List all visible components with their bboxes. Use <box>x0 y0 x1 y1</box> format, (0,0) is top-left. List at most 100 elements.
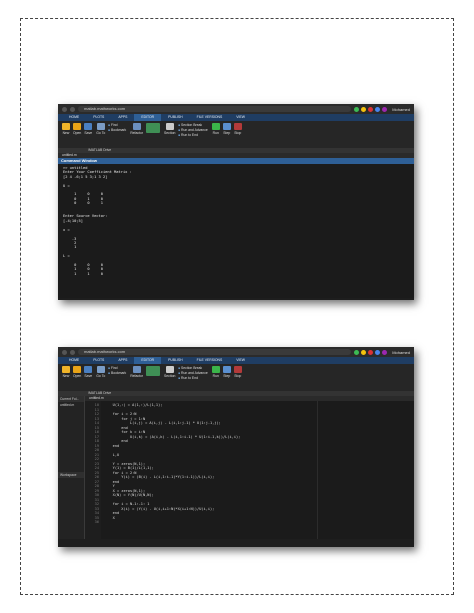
new-button[interactable]: New <box>62 123 70 135</box>
code-group: Refactor <box>130 366 161 378</box>
ribbon-tabs: HOME PLOTS APPS EDITOR PUBLISH FILE VERS… <box>58 114 414 121</box>
back-icon[interactable] <box>62 106 67 112</box>
stop-button[interactable]: Stop <box>233 123 242 135</box>
step-icon <box>222 366 231 373</box>
tab-editor[interactable]: EDITOR <box>134 114 162 121</box>
extension-icon[interactable] <box>361 349 367 355</box>
new-icon <box>62 366 70 373</box>
save-icon <box>84 123 93 130</box>
workspace-header[interactable]: Workspace <box>58 472 84 478</box>
section-break-button[interactable]: Section Break <box>178 366 207 370</box>
command-window-output[interactable]: >> untitled Enter Your Coefficient Matri… <box>58 164 414 298</box>
extension-icon[interactable] <box>354 106 360 112</box>
stop-icon <box>233 123 242 130</box>
user-name[interactable]: Mohamed <box>392 107 410 112</box>
play-icon <box>211 366 220 373</box>
run-to-end-button[interactable]: Run to End <box>178 133 207 137</box>
extension-icons <box>354 106 388 112</box>
tab-publish[interactable]: PUBLISH <box>161 357 190 364</box>
save-button[interactable]: Save <box>84 123 93 135</box>
section-group: Section Section Break Run and Advance Ru… <box>164 366 208 380</box>
section-button[interactable]: Section <box>164 123 175 135</box>
code-editor[interactable]: U(1,:) = A(1,:)/L(1,1); for i = 2:N for … <box>101 401 318 539</box>
tab-file-versions[interactable]: FILE VERSIONS <box>190 357 230 364</box>
step-button[interactable]: Step <box>222 123 231 135</box>
open-button[interactable]: Open <box>73 123 81 135</box>
extension-icon[interactable] <box>354 349 360 355</box>
tab-plots[interactable]: PLOTS <box>86 114 111 121</box>
folder-icon <box>73 123 82 130</box>
run-and-advance-button[interactable]: Run and Advance <box>178 128 208 132</box>
editor-blank-area[interactable] <box>318 401 414 539</box>
refactor-icon <box>132 123 141 130</box>
reload-icon[interactable] <box>70 349 75 355</box>
bookmark-button[interactable]: Bookmark <box>108 371 126 375</box>
screenshot-command-window: matlab.mathworks.com Mohamed HOME PLOTS … <box>58 104 414 300</box>
tab-apps[interactable]: APPS <box>111 114 134 121</box>
section-button[interactable]: Section <box>164 366 175 378</box>
save-button[interactable]: Save <box>84 366 93 378</box>
section-icon <box>165 123 174 130</box>
run-group: Run Step Stop <box>211 366 242 378</box>
run-to-end-button[interactable]: Run to End <box>178 376 207 380</box>
screenshot-editor: matlab.mathworks.com Mohamed HOME PLOTS … <box>58 347 414 547</box>
step-icon <box>222 123 231 130</box>
left-panel: Current Fol... untitled.m Workspace <box>58 396 85 539</box>
tab-plots[interactable]: PLOTS <box>86 357 111 364</box>
bookmark-button[interactable]: Bookmark <box>108 128 126 132</box>
run-button[interactable]: Run <box>211 123 220 135</box>
ribbon-tabs: HOME PLOTS APPS EDITOR PUBLISH FILE VERS… <box>58 357 414 364</box>
file-group: New Open Save <box>62 366 93 378</box>
profile-icon[interactable] <box>382 349 388 355</box>
tab-home[interactable]: HOME <box>62 357 86 364</box>
stop-icon <box>233 366 242 373</box>
extension-icon[interactable] <box>368 106 374 112</box>
back-icon[interactable] <box>62 349 67 355</box>
folder-icon <box>73 366 82 373</box>
refactor-button[interactable]: Refactor <box>130 366 143 378</box>
extension-icon[interactable] <box>361 106 367 112</box>
address-bar[interactable]: matlab.mathworks.com <box>78 106 352 112</box>
extension-icons <box>354 349 388 355</box>
tab-apps[interactable]: APPS <box>111 357 134 364</box>
address-bar[interactable]: matlab.mathworks.com <box>78 349 352 355</box>
open-button[interactable]: Open <box>73 366 81 378</box>
profile-icon[interactable] <box>382 106 388 112</box>
find-button[interactable]: Find <box>108 366 126 370</box>
extension-icon[interactable] <box>368 349 374 355</box>
file-group: New Open Save <box>62 123 93 135</box>
section-icon <box>165 366 174 373</box>
find-button[interactable]: Find <box>108 123 126 127</box>
goto-icon <box>96 366 105 373</box>
refactor-button[interactable]: Refactor <box>130 123 143 135</box>
navigate-group: Go To Find Bookmark <box>96 123 126 135</box>
extension-icon[interactable] <box>375 106 381 112</box>
tab-view[interactable]: VIEW <box>229 114 252 121</box>
stop-button[interactable]: Stop <box>233 366 242 378</box>
extension-icon[interactable] <box>375 349 381 355</box>
browser-bar: matlab.mathworks.com Mohamed <box>58 104 414 114</box>
reload-icon[interactable] <box>70 106 75 112</box>
tab-file-versions[interactable]: FILE VERSIONS <box>190 114 230 121</box>
new-icon <box>62 123 70 130</box>
section-group: Section Section Break Run and Advance Ru… <box>164 123 208 137</box>
save-icon <box>84 366 93 373</box>
step-button[interactable]: Step <box>222 366 231 378</box>
goto-button[interactable]: Go To <box>96 123 105 135</box>
run-button[interactable]: Run <box>211 366 220 378</box>
play-icon <box>211 123 220 130</box>
tab-view[interactable]: VIEW <box>229 357 252 364</box>
user-name[interactable]: Mohamed <box>392 350 410 355</box>
new-button[interactable]: New <box>62 366 70 378</box>
goto-button[interactable]: Go To <box>96 366 105 378</box>
code-group: Refactor <box>130 123 161 135</box>
tab-publish[interactable]: PUBLISH <box>161 114 190 121</box>
refactor-icon <box>132 366 141 373</box>
tab-editor[interactable]: EDITOR <box>134 357 162 364</box>
run-and-advance-button[interactable]: Run and Advance <box>178 371 208 375</box>
editor-ribbon: New Open Save Go To Find Bookmark Refact… <box>58 364 414 391</box>
code-tools-icon[interactable] <box>146 123 161 133</box>
tab-home[interactable]: HOME <box>62 114 86 121</box>
code-tools-icon[interactable] <box>146 366 161 376</box>
section-break-button[interactable]: Section Break <box>178 123 207 127</box>
